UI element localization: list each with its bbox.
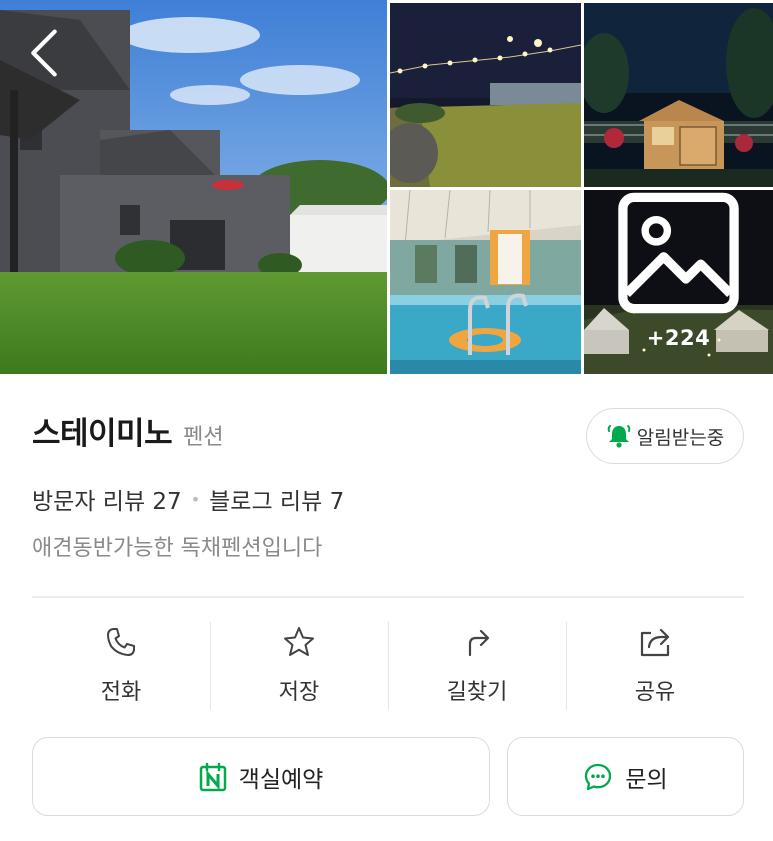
- more-photos-count: +224: [646, 326, 711, 350]
- save-label: 저장: [278, 680, 320, 705]
- notification-label: 알림받는중: [636, 426, 725, 449]
- main-photo[interactable]: [0, 0, 387, 374]
- directions-icon: [459, 624, 495, 660]
- notification-button[interactable]: 알림받는중: [586, 408, 744, 464]
- share-icon: [637, 624, 673, 660]
- visitor-review-link[interactable]: 방문자 리뷰 27: [32, 482, 182, 516]
- blog-review-link[interactable]: 블로그 리뷰 7: [209, 482, 344, 516]
- call-label: 전화: [100, 680, 142, 705]
- bell-icon: [607, 425, 631, 448]
- room-reservation-label: 객실예약: [238, 766, 324, 793]
- more-photos-overlay[interactable]: +224: [584, 190, 773, 374]
- naver-calendar-icon: [199, 762, 226, 791]
- call-button[interactable]: 전화: [32, 620, 210, 712]
- star-icon: [281, 624, 317, 660]
- phone-icon: [103, 624, 139, 660]
- photo-gallery: my: [0, 0, 773, 374]
- directions-button[interactable]: 길찾기: [388, 620, 566, 712]
- section-divider: [32, 596, 744, 598]
- place-category: 펜션: [183, 425, 224, 450]
- photo-thumb-night-garden[interactable]: [390, 3, 581, 187]
- action-bar: 전화 저장 길찾기 공유: [32, 620, 744, 712]
- place-info: 스테이미노 펜션 알림받는중 방문자 리뷰 27 • 블로그 리뷰 7 애견동반…: [32, 408, 744, 561]
- review-counts: 방문자 리뷰 27 • 블로그 리뷰 7: [32, 482, 344, 516]
- inquiry-button[interactable]: 문의: [507, 737, 744, 816]
- save-button[interactable]: 저장: [210, 620, 388, 712]
- inquiry-label: 문의: [625, 766, 668, 793]
- chat-bubble-icon: [585, 763, 612, 790]
- back-button[interactable]: [22, 28, 66, 78]
- directions-label: 길찾기: [446, 680, 508, 705]
- photo-thumb-night-cabin[interactable]: my: [584, 3, 773, 187]
- photo-thumb-night-glamping[interactable]: +224: [584, 190, 773, 374]
- share-label: 공유: [634, 680, 676, 705]
- share-button[interactable]: 공유: [566, 620, 744, 712]
- chevron-left-icon: [31, 29, 57, 77]
- dot-separator: •: [190, 489, 201, 509]
- place-description: 애견동반가능한 독채펜션입니다: [32, 536, 323, 561]
- photo-thumb-pool[interactable]: [390, 190, 581, 374]
- image-icon: [618, 192, 739, 314]
- room-reservation-button[interactable]: 객실예약: [32, 737, 490, 816]
- place-name: 스테이미노: [32, 416, 173, 452]
